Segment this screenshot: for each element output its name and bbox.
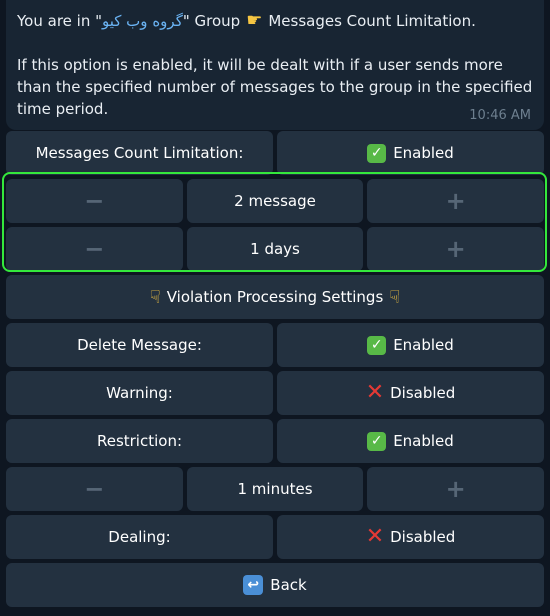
back-arrow-icon: ↩ bbox=[243, 575, 264, 595]
plus-icon: + bbox=[445, 235, 466, 263]
restriction-status-button[interactable]: ✓ Enabled bbox=[277, 419, 544, 463]
plus-icon: + bbox=[445, 187, 466, 215]
delete-status-button[interactable]: ✓ Enabled bbox=[277, 323, 544, 367]
message-header-line: You are in "گروه وب کیو" Group ☛ Messages … bbox=[17, 10, 532, 32]
message-middle: " Group bbox=[182, 12, 241, 30]
period-decrease-button[interactable]: − bbox=[6, 227, 183, 271]
keyboard-row-delete: Delete Message: ✓ Enabled bbox=[6, 323, 544, 367]
keyboard-row-back: ↩ Back bbox=[6, 563, 544, 607]
restriction-label-button[interactable]: Restriction: bbox=[6, 419, 273, 463]
keyboard-row-limitation: Messages Count Limitation: ✓ Enabled bbox=[6, 131, 544, 175]
pointing-down-icon: ☟ bbox=[149, 286, 161, 308]
minutes-increase-button[interactable]: + bbox=[367, 467, 545, 511]
count-value-button[interactable]: 2 message bbox=[186, 179, 364, 223]
message-suffix: Messages Count Limitation. bbox=[268, 12, 476, 30]
violation-settings-button[interactable]: ☟ Violation Processing Settings ☟ bbox=[6, 275, 544, 319]
keyboard-row-dealing: Dealing: ✕ Disabled bbox=[6, 515, 544, 559]
violation-title: Violation Processing Settings bbox=[166, 288, 384, 306]
warning-label-button[interactable]: Warning: bbox=[6, 371, 273, 415]
keyboard-row-period: − 1 days + bbox=[6, 227, 545, 271]
minus-icon: − bbox=[84, 187, 105, 215]
warning-status: Disabled bbox=[390, 384, 456, 402]
dealing-status-button[interactable]: ✕ Disabled bbox=[277, 515, 544, 559]
minutes-value-button[interactable]: 1 minutes bbox=[186, 467, 364, 511]
limitation-label-button[interactable]: Messages Count Limitation: bbox=[6, 131, 273, 175]
inline-keyboard: Messages Count Limitation: ✓ Enabled − 2… bbox=[6, 131, 545, 611]
cross-mark-icon: ✕ bbox=[365, 524, 385, 549]
keyboard-row-count: − 2 message + bbox=[6, 179, 545, 223]
check-mark-icon: ✓ bbox=[367, 143, 387, 163]
group-name-link[interactable]: گروه وب کیو bbox=[102, 12, 183, 30]
warning-status-button[interactable]: ✕ Disabled bbox=[277, 371, 544, 415]
delete-status: Enabled bbox=[393, 336, 454, 354]
keyboard-row-restriction: Restriction: ✓ Enabled bbox=[6, 419, 544, 463]
count-value: 2 message bbox=[234, 192, 316, 210]
message-bubble: You are in "گروه وب کیو" Group ☛ Messages … bbox=[6, 0, 544, 130]
pointing-right-icon: ☛ bbox=[246, 10, 263, 31]
minus-icon: − bbox=[84, 475, 105, 503]
delete-label: Delete Message: bbox=[77, 336, 202, 354]
limitation-status-button[interactable]: ✓ Enabled bbox=[277, 131, 544, 175]
pointing-down-icon: ☟ bbox=[389, 286, 401, 308]
check-mark-icon: ✓ bbox=[367, 431, 387, 451]
minus-icon: − bbox=[84, 235, 105, 263]
limitation-status: Enabled bbox=[393, 144, 454, 162]
count-decrease-button[interactable]: − bbox=[6, 179, 183, 223]
count-increase-button[interactable]: + bbox=[367, 179, 545, 223]
delete-label-button[interactable]: Delete Message: bbox=[6, 323, 273, 367]
message-time: 10:46 AM bbox=[469, 108, 531, 123]
keyboard-row-warning: Warning: ✕ Disabled bbox=[6, 371, 544, 415]
restriction-status: Enabled bbox=[393, 432, 454, 450]
back-button[interactable]: ↩ Back bbox=[6, 563, 544, 607]
minutes-value: 1 minutes bbox=[237, 480, 313, 498]
warning-label: Warning: bbox=[106, 384, 173, 402]
check-mark-icon: ✓ bbox=[367, 335, 387, 355]
period-value: 1 days bbox=[250, 240, 300, 258]
period-increase-button[interactable]: + bbox=[367, 227, 545, 271]
keyboard-row-violation: ☟ Violation Processing Settings ☟ bbox=[6, 275, 544, 319]
limitation-label: Messages Count Limitation: bbox=[35, 144, 244, 162]
cross-mark-icon: ✕ bbox=[365, 380, 385, 405]
period-value-button[interactable]: 1 days bbox=[186, 227, 364, 271]
dealing-label: Dealing: bbox=[108, 528, 171, 546]
dealing-label-button[interactable]: Dealing: bbox=[6, 515, 273, 559]
minutes-decrease-button[interactable]: − bbox=[6, 467, 183, 511]
message-body: If this option is enabled, it will be de… bbox=[17, 56, 533, 118]
chat-view: You are in "گروه وب کیو" Group ☛ Messages … bbox=[0, 0, 550, 616]
keyboard-row-minutes: − 1 minutes + bbox=[6, 467, 545, 511]
dealing-status: Disabled bbox=[390, 528, 456, 546]
message-prefix: You are in " bbox=[17, 12, 102, 30]
restriction-label: Restriction: bbox=[96, 432, 183, 450]
back-label: Back bbox=[270, 576, 307, 594]
plus-icon: + bbox=[445, 475, 466, 503]
